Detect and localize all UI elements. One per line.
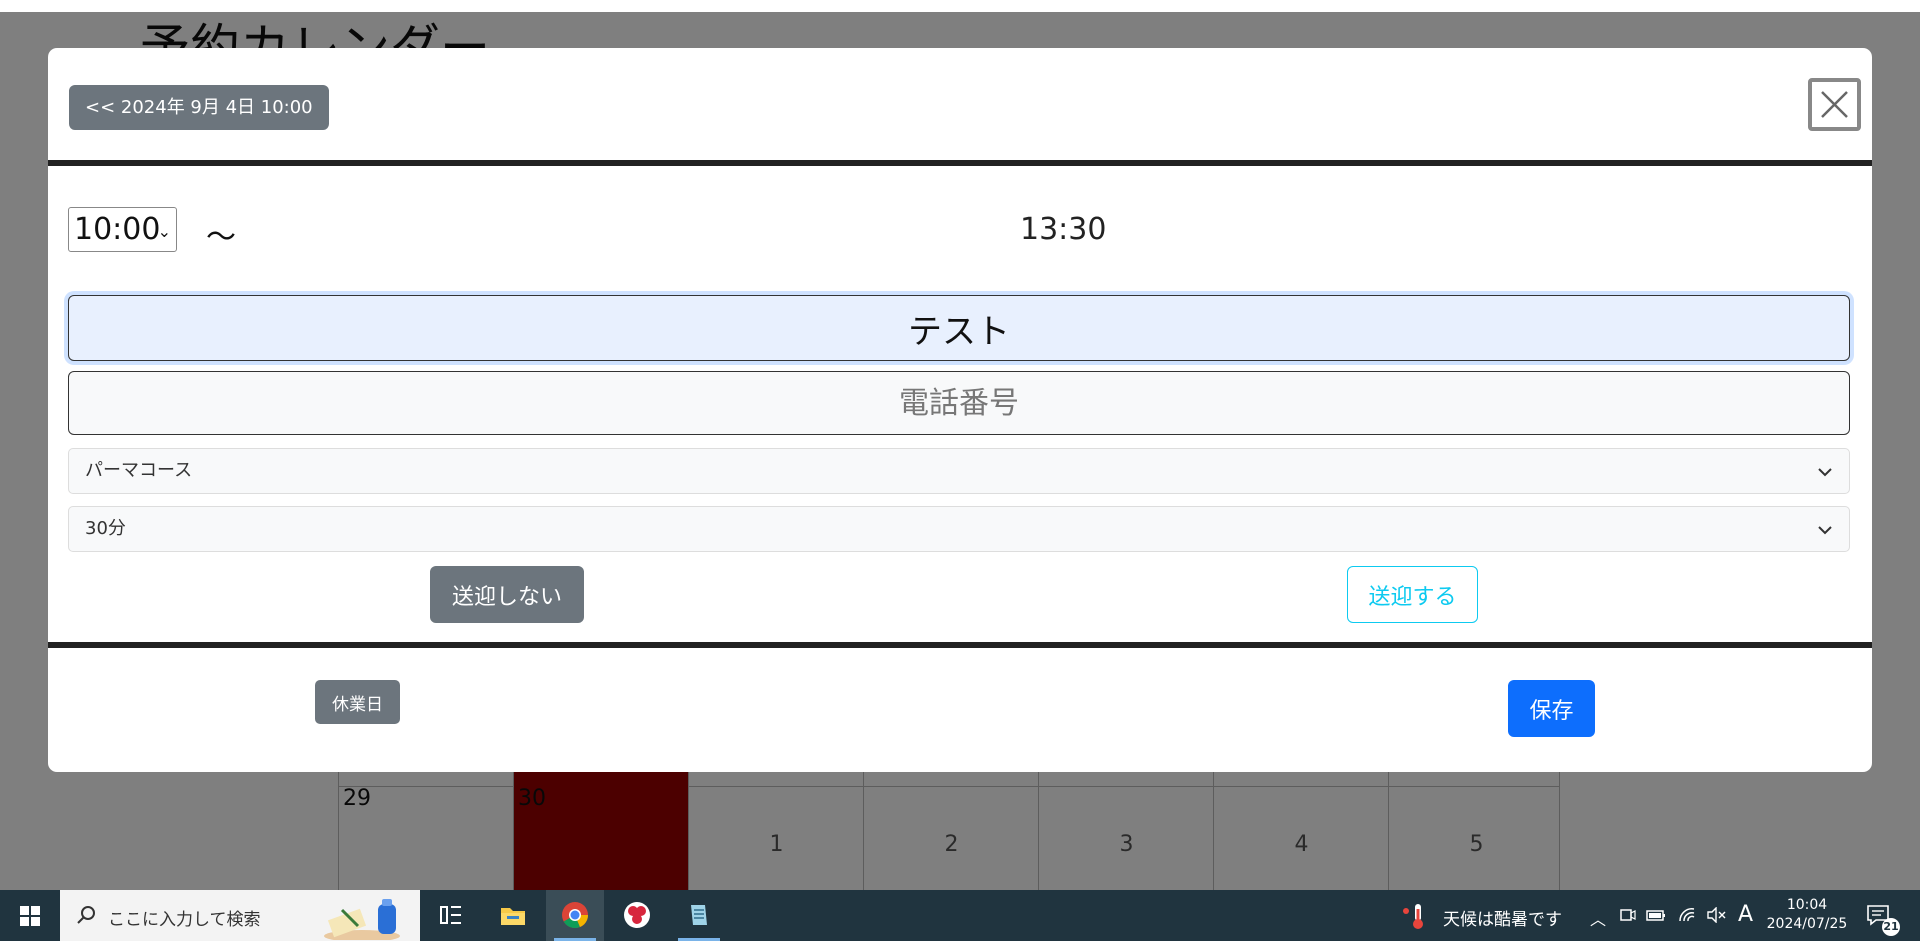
taskbar-app-notepad[interactable] <box>670 890 728 941</box>
chevron-down-icon <box>1818 526 1832 535</box>
taskbar-app-red[interactable] <box>608 890 666 941</box>
start-button[interactable] <box>0 890 60 941</box>
name-input[interactable] <box>68 295 1850 361</box>
taskbar-clock[interactable]: 10:04 2024/07/25 <box>1762 896 1852 934</box>
app-flower-icon <box>624 902 650 928</box>
thermometer-icon <box>1403 904 1423 929</box>
notepad-icon <box>691 905 707 925</box>
wifi-icon[interactable] <box>1678 907 1696 923</box>
holiday-button[interactable]: 休業日 <box>315 680 400 724</box>
windows-logo-icon <box>20 906 40 926</box>
close-button[interactable] <box>1808 78 1861 131</box>
notification-count-badge: 21 <box>1882 918 1900 936</box>
course-select[interactable]: パーマコース <box>68 448 1850 494</box>
course-select-value: パーマコース <box>85 460 193 481</box>
taskbar-file-explorer[interactable] <box>484 890 542 941</box>
search-highlight-illustration <box>324 899 400 940</box>
start-time-select[interactable]: 10:00 ⌄ <box>68 207 177 252</box>
chevron-down-icon: ⌄ <box>157 222 171 241</box>
ime-mode-indicator[interactable]: A <box>1738 902 1753 927</box>
modal-header: << 2024年 9月 4日 10:00 <box>48 48 1872 160</box>
clock-time: 10:04 <box>1786 897 1828 913</box>
weather-text[interactable]: 天候は酷暑です <box>1443 905 1562 930</box>
clock-date: 2024/07/25 <box>1766 916 1848 932</box>
prev-date-button[interactable]: << 2024年 9月 4日 10:00 <box>69 85 329 130</box>
duration-select-value: 30分 <box>85 518 126 539</box>
end-time: 13:30 <box>1020 212 1107 247</box>
volume-muted-icon[interactable] <box>1706 907 1726 923</box>
taskbar-chrome[interactable] <box>546 890 604 941</box>
header-divider <box>48 160 1872 166</box>
pickup-button[interactable]: 送迎する <box>1347 566 1478 623</box>
footer-divider <box>48 642 1872 648</box>
folder-icon <box>501 908 525 925</box>
chrome-icon <box>562 902 588 929</box>
chevron-up-icon[interactable]: ︿ <box>1590 906 1606 930</box>
duration-select[interactable]: 30分 <box>68 506 1850 552</box>
search-placeholder: ここに入力して検索 <box>108 910 261 930</box>
time-range-separator: 〜 <box>206 220 236 255</box>
no-pickup-button[interactable]: 送迎しない <box>430 566 584 623</box>
start-time-value: 10:00 <box>74 212 161 247</box>
save-button[interactable]: 保存 <box>1508 680 1595 737</box>
battery-icon[interactable] <box>1646 907 1666 923</box>
close-icon <box>1821 91 1848 118</box>
windows-taskbar: ここに入力して検索 天候は酷暑です ︿ A 10:04 2024/07/25 2… <box>0 890 1920 941</box>
search-icon <box>77 906 95 924</box>
chevron-down-icon <box>1818 468 1832 477</box>
phone-input[interactable] <box>68 371 1850 435</box>
task-view-button[interactable] <box>422 890 480 941</box>
reservation-modal: << 2024年 9月 4日 10:00 10:00 ⌄ 〜 13:30 パーマ… <box>48 48 1872 772</box>
meet-now-icon[interactable] <box>1620 907 1636 923</box>
task-view-icon <box>440 906 461 924</box>
